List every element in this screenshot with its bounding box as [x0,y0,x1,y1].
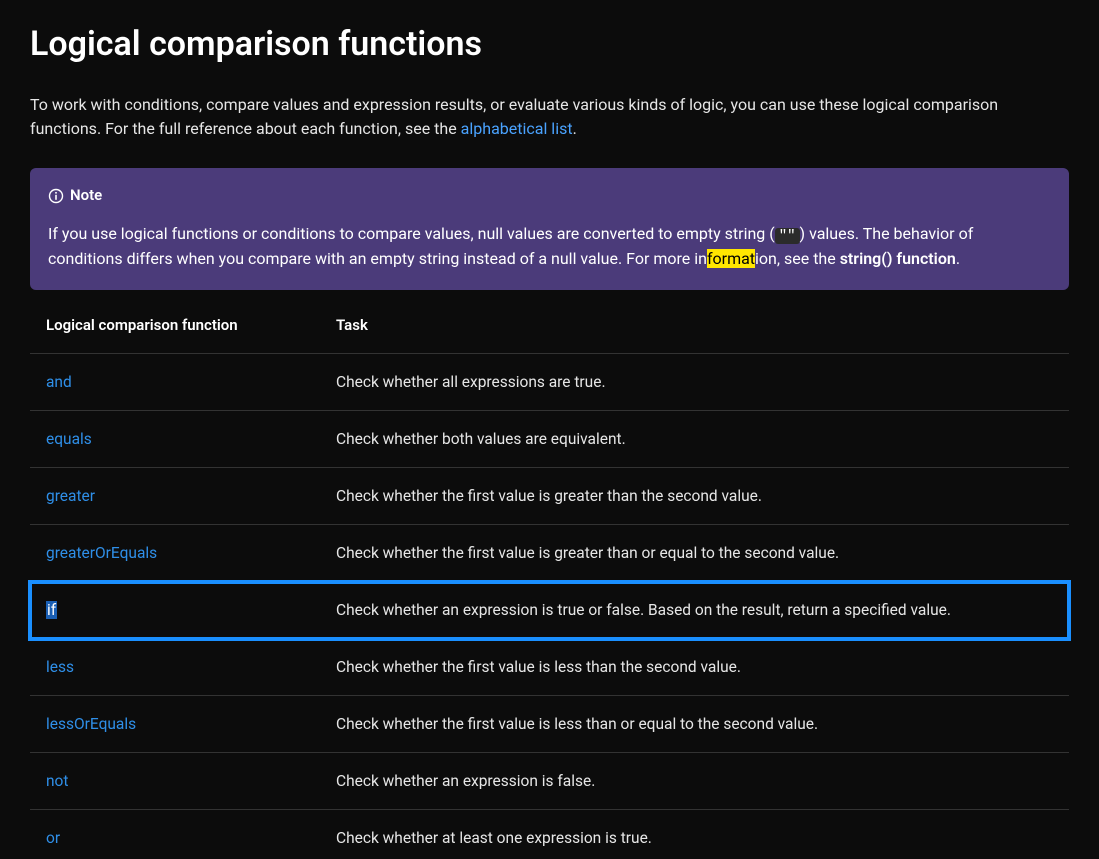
table-row: if Check whether an expression is true or… [30,582,1069,639]
function-link[interactable]: greater [46,487,95,505]
function-link[interactable]: lessOrEquals [46,715,136,733]
function-name-cell: greater [30,468,320,525]
col-function: Logical comparison function [30,298,320,354]
find-highlight: format [707,249,755,268]
task-cell: Check whether the first value is less th… [320,639,1069,696]
function-link[interactable]: not [46,772,68,790]
task-cell: Check whether the first value is greater… [320,525,1069,582]
function-link[interactable]: and [46,373,72,391]
page-title: Logical comparison functions [30,18,1069,71]
function-link[interactable]: if [46,601,57,619]
table-row: greaterOrEquals Check whether the first v… [30,525,1069,582]
string-function-link[interactable]: string() function [840,249,956,268]
doc-page: Logical comparison functions To work wit… [0,0,1099,859]
info-icon [48,188,64,204]
table-row: not Check whether an expression is false. [30,753,1069,810]
table-row: lessOrEquals Check whether the first valu… [30,696,1069,753]
function-link[interactable]: equals [46,430,92,448]
note-text-4: . [956,249,960,268]
table-row: greater Check whether the first value is … [30,468,1069,525]
note-body: If you use logical functions or conditio… [48,222,1051,272]
table-row: equals Check whether both values are equi… [30,411,1069,468]
task-cell: Check whether an expression is true or f… [320,582,1069,639]
col-task: Task [320,298,1069,354]
function-name-cell: or [30,810,320,859]
function-link[interactable]: less [46,658,74,676]
task-cell: Check whether an expression is false. [320,753,1069,810]
lead-suffix: . [573,119,577,138]
task-cell: Check whether at least one expression is… [320,810,1069,859]
table-row: or Check whether at least one expression … [30,810,1069,859]
task-cell: Check whether the first value is less th… [320,696,1069,753]
note-callout: Note If you use logical functions or con… [30,168,1069,290]
function-name-cell: lessOrEquals [30,696,320,753]
function-name-cell: less [30,639,320,696]
table-row: and Check whether all expressions are tru… [30,354,1069,411]
table-row: less Check whether the first value is les… [30,639,1069,696]
alphabetical-list-link[interactable]: alphabetical list [461,119,573,138]
function-name-cell: if [30,582,320,639]
function-name-cell: and [30,354,320,411]
note-text-1: If you use logical functions or conditio… [48,224,775,243]
function-link[interactable]: or [46,829,60,847]
note-header: Note [48,184,1051,207]
note-text-3: ion, see the [755,249,840,268]
table-header-row: Logical comparison function Task [30,298,1069,354]
task-cell: Check whether the first value is greater… [320,468,1069,525]
function-name-cell: equals [30,411,320,468]
function-link[interactable]: greaterOrEquals [46,544,157,562]
function-name-cell: greaterOrEquals [30,525,320,582]
task-cell: Check whether both values are equivalent… [320,411,1069,468]
note-label: Note [70,184,102,207]
lead-paragraph: To work with conditions, compare values … [30,93,1069,143]
empty-string-code: "" [775,228,800,244]
task-cell: Check whether all expressions are true. [320,354,1069,411]
function-name-cell: not [30,753,320,810]
functions-table: Logical comparison function Task and Chec… [30,298,1069,859]
